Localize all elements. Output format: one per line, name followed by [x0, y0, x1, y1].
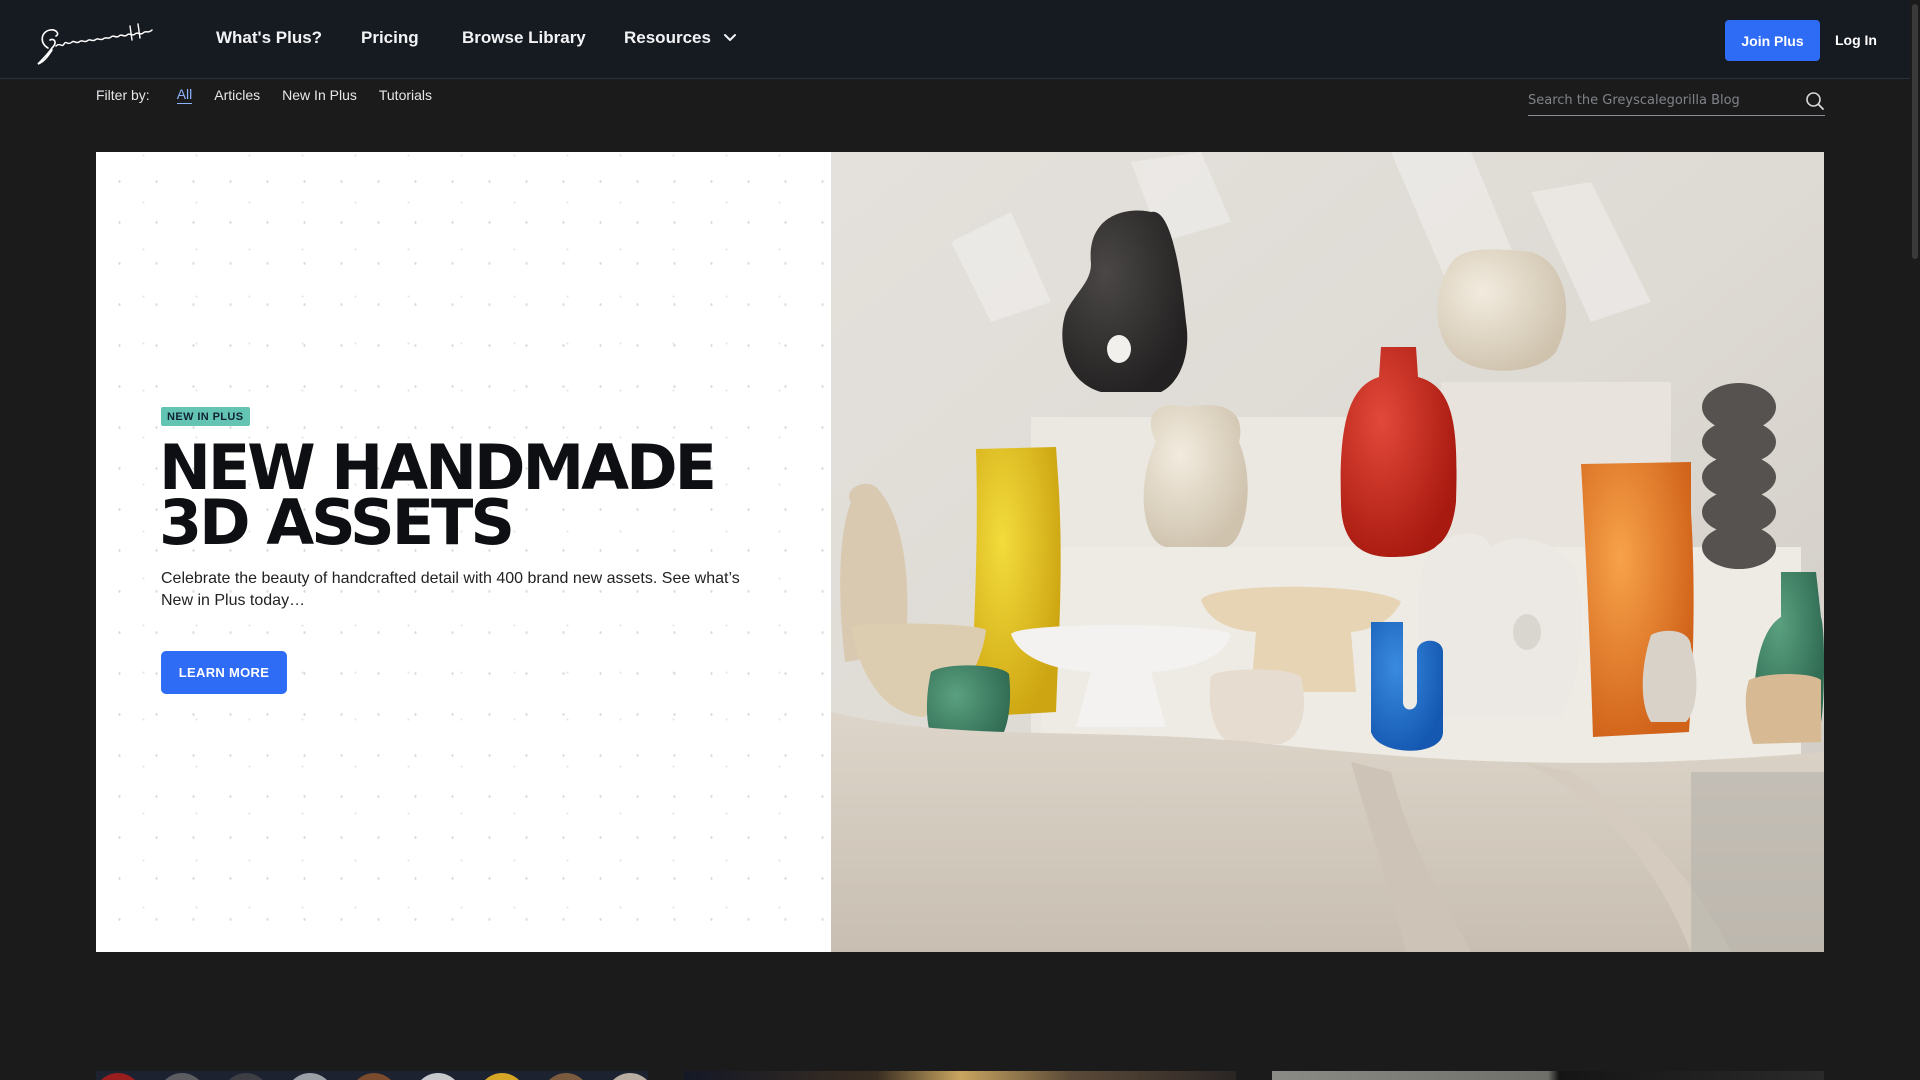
learn-more-button[interactable]: LEARN MORE [161, 651, 287, 694]
hero-description: Celebrate the beauty of handcrafted deta… [161, 570, 740, 609]
nav-pricing[interactable]: Pricing [361, 28, 419, 48]
page-scrollbar[interactable] [1910, 0, 1920, 1080]
filter-tutorials[interactable]: Tutorials [379, 87, 432, 103]
log-in-link[interactable]: Log In [1835, 32, 1877, 48]
nav-whats-plus[interactable]: What's Plus? [216, 28, 322, 48]
material-spheres-image [101, 1073, 647, 1080]
search-input[interactable] [1528, 88, 1799, 113]
filter-new-in-plus[interactable]: New In Plus [282, 87, 357, 103]
article-thumbnail-2[interactable] [684, 1071, 1236, 1080]
top-navigation: What's Plus? Pricing Browse Library Reso… [0, 0, 1920, 79]
join-plus-button[interactable]: Join Plus [1725, 20, 1820, 61]
filter-bar: Filter by: All Articles New In Plus Tuto… [96, 84, 454, 106]
category-badge[interactable]: NEW IN PLUS [161, 407, 250, 426]
article-thumbnail-3[interactable] [1272, 1071, 1824, 1080]
nav-browse-library[interactable]: Browse Library [462, 28, 586, 48]
nav-resources[interactable]: Resources [624, 28, 737, 48]
article-thumbnail-materials[interactable] [96, 1071, 648, 1080]
greyscalegorilla-logo[interactable] [34, 20, 158, 68]
search-icon[interactable] [1805, 91, 1825, 111]
logo-wordmark-icon [37, 23, 153, 65]
hero-title: NEW HANDMADE 3D ASSETS [159, 431, 717, 559]
filter-label: Filter by: [96, 87, 150, 103]
chevron-down-icon [723, 34, 736, 41]
nav-resources-label: Resources [624, 28, 711, 47]
scrollbar-thumb[interactable] [1912, 4, 1918, 259]
hero-image-ceramic-vases[interactable] [831, 152, 1824, 952]
hero-feature: NEW IN PLUS NEW HANDMADE 3D ASSETS Celeb… [96, 152, 1824, 952]
hero-text-panel: NEW IN PLUS NEW HANDMADE 3D ASSETS Celeb… [96, 152, 831, 952]
blog-search [1528, 86, 1825, 116]
filter-all[interactable]: All [176, 86, 193, 104]
filter-articles[interactable]: Articles [214, 87, 260, 103]
